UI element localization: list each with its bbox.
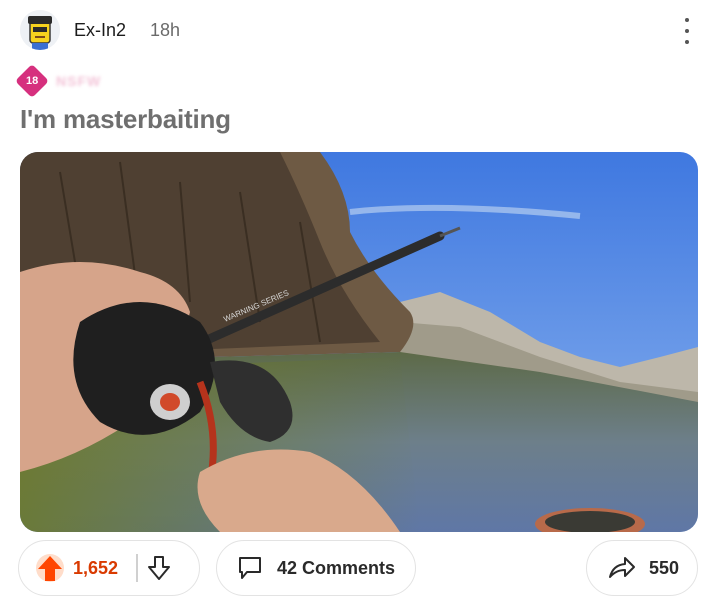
- author-username[interactable]: Ex-In2: [74, 20, 126, 41]
- avatar[interactable]: [20, 10, 60, 50]
- post-age: 18h: [150, 19, 181, 40]
- comments-count: 42 Comments: [277, 557, 396, 578]
- vote-pill: 1,652: [18, 540, 200, 596]
- post-header: Ex-In2 18h: [20, 8, 700, 52]
- avatar-icon: [20, 10, 60, 50]
- upvote-icon: [36, 554, 64, 582]
- vote-score: 1,652: [73, 557, 119, 578]
- nsfw-badge: 18: [15, 64, 49, 98]
- share-icon: [609, 557, 635, 578]
- more-options-icon[interactable]: [682, 18, 692, 44]
- nsfw-badge-text: 18: [25, 75, 39, 87]
- post-title[interactable]: I'm masterbaiting: [20, 104, 231, 135]
- upvote-button[interactable]: [33, 548, 67, 588]
- flair-row: 18 NSFW: [15, 64, 102, 98]
- downvote-icon: [147, 556, 170, 580]
- post-image[interactable]: WARNING SERIES: [20, 152, 698, 532]
- comments-button[interactable]: 42 Comments: [216, 540, 416, 596]
- fishing-photo: WARNING SERIES: [20, 152, 698, 532]
- downvote-button[interactable]: [142, 548, 176, 588]
- share-count: 550: [649, 557, 680, 578]
- comment-icon: [239, 557, 261, 579]
- nsfw-flair: NSFW: [56, 73, 102, 89]
- action-bar: 1,652 42 Comments 550: [18, 540, 698, 596]
- share-button[interactable]: 550: [586, 540, 698, 596]
- vote-divider: [136, 554, 138, 582]
